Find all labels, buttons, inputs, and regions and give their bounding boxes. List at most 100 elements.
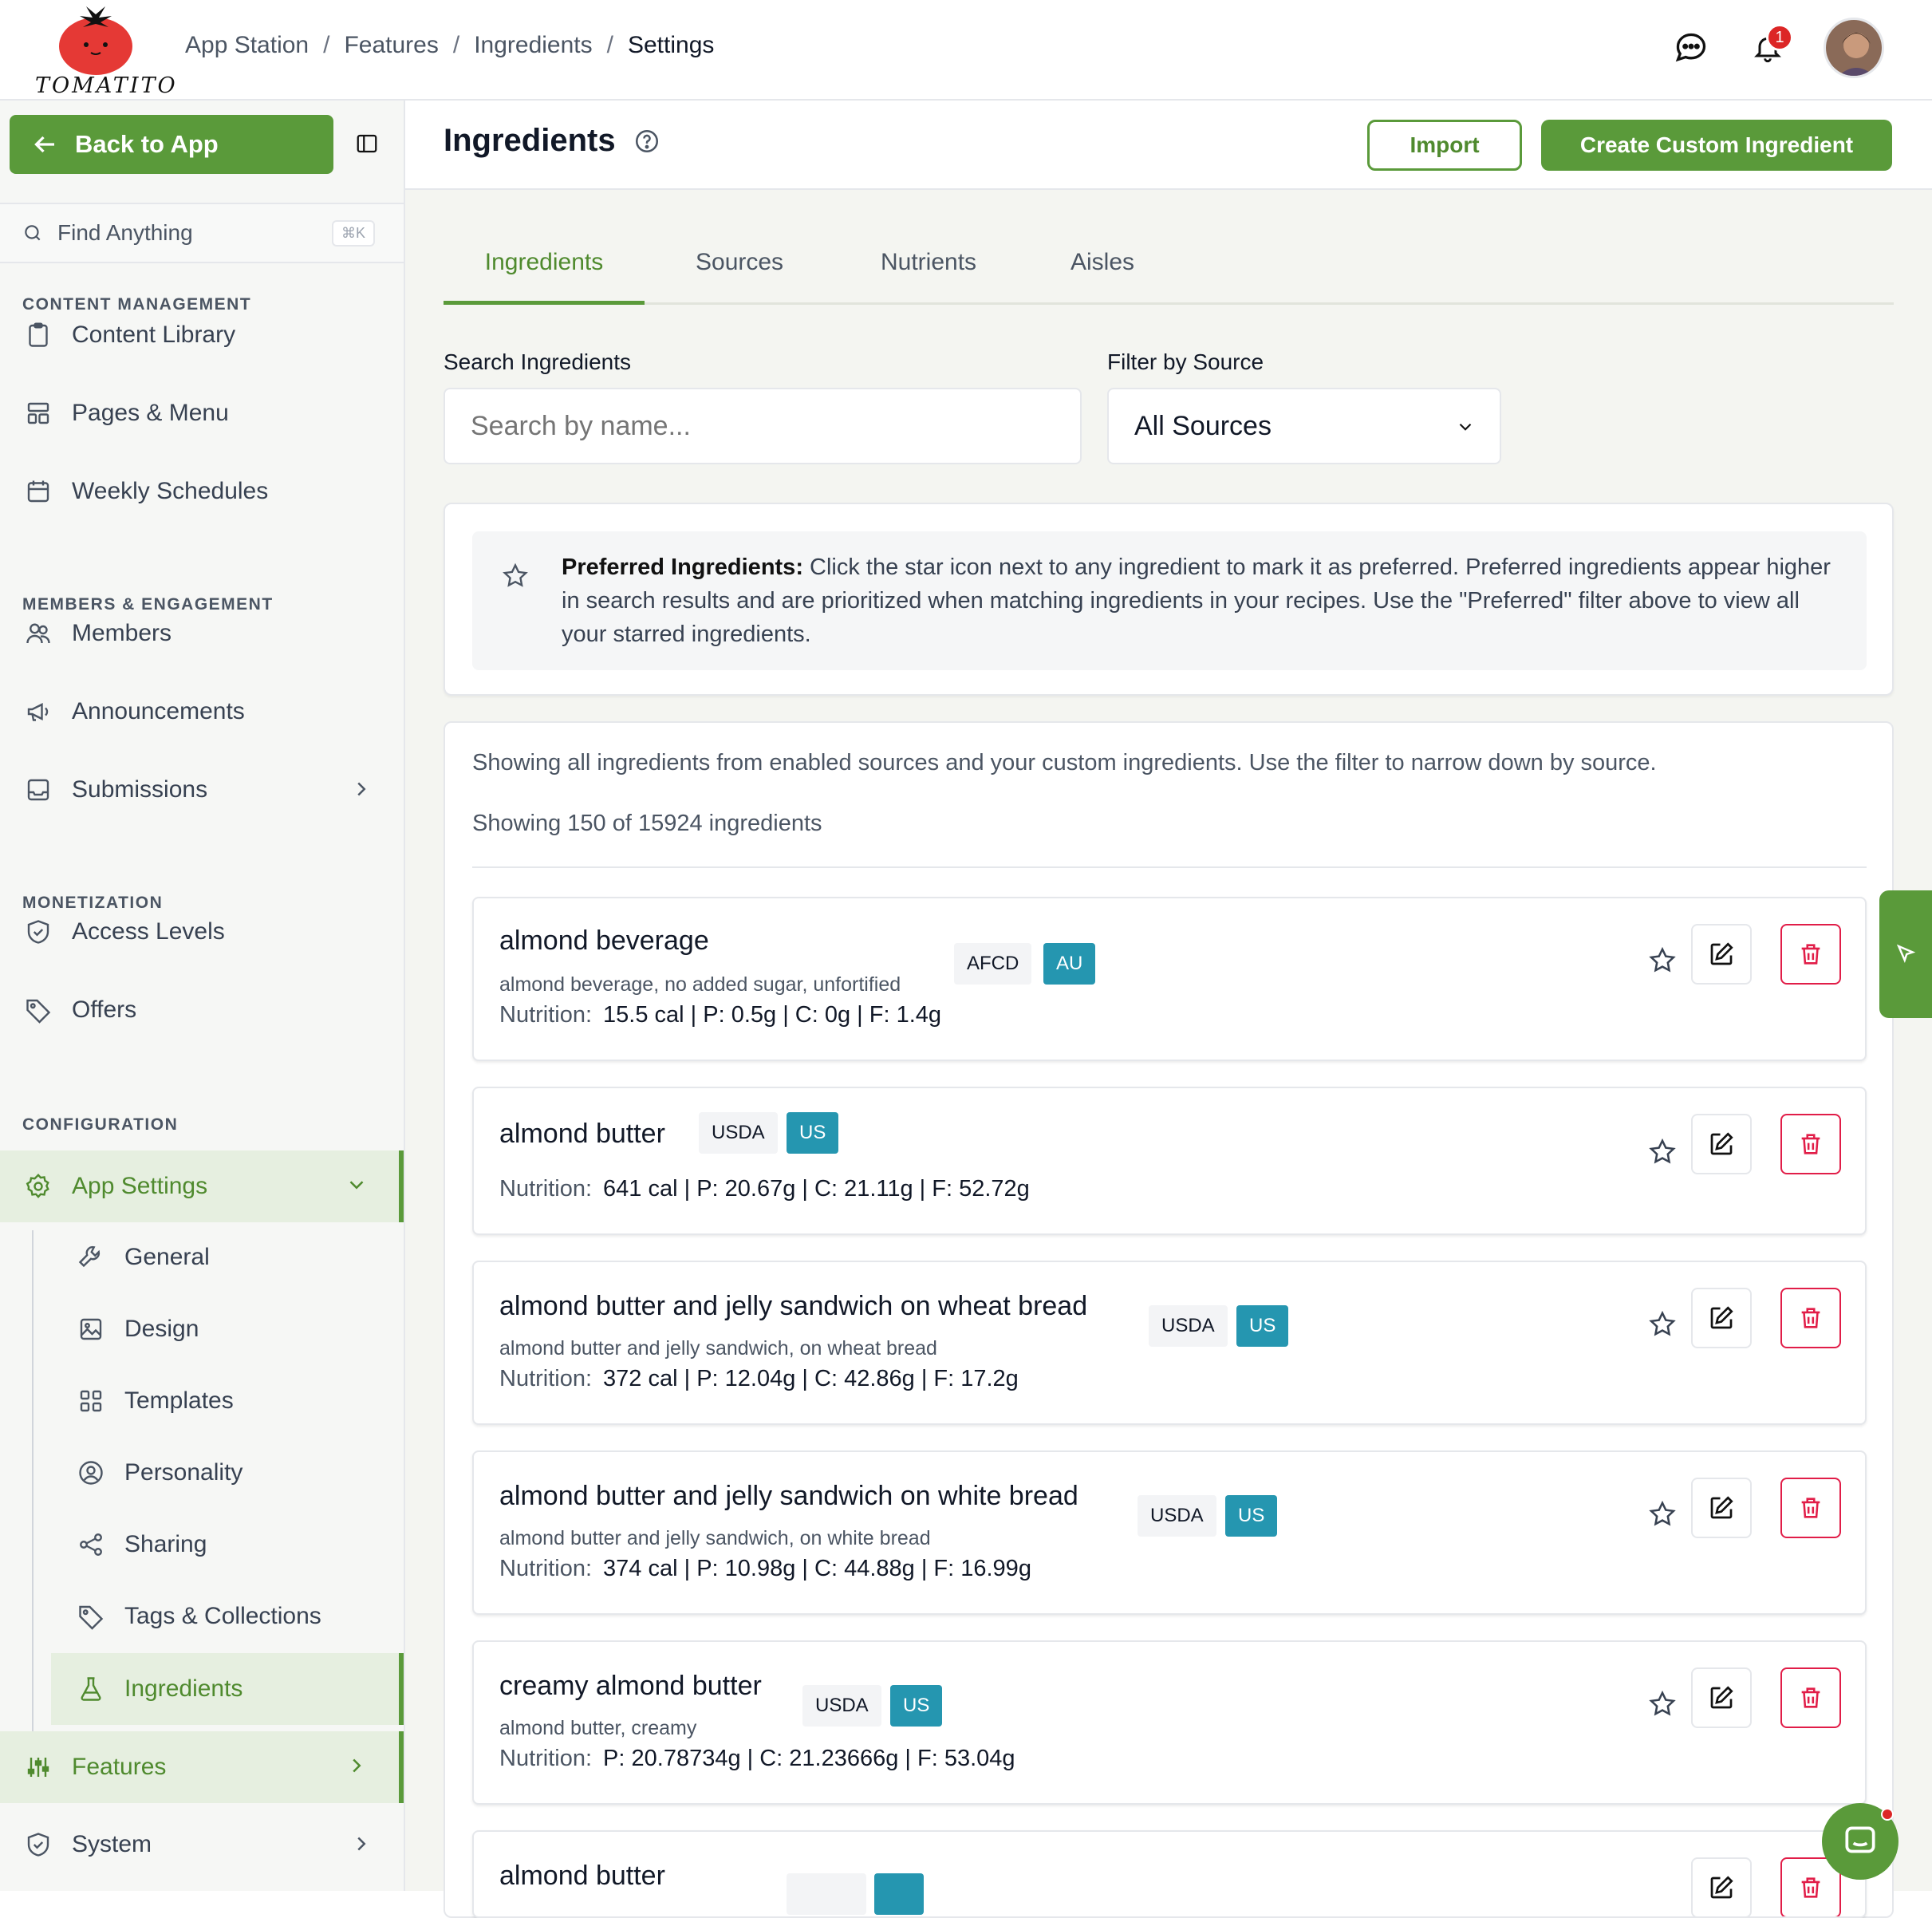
- sidebar-item-content-library[interactable]: Content Library: [0, 303, 404, 367]
- nutrition-values: 15.5 cal | P: 0.5g | C: 0g | F: 1.4g: [603, 1002, 942, 1028]
- edit-button[interactable]: [1691, 1857, 1752, 1916]
- source-badge: USDA: [802, 1685, 881, 1727]
- delete-button[interactable]: [1780, 1288, 1841, 1348]
- favorite-star-button[interactable]: [1643, 1495, 1682, 1533]
- info-banner: Preferred Ingredients: Click the star ic…: [472, 531, 1867, 670]
- feedback-side-tab[interactable]: [1879, 890, 1932, 1018]
- create-custom-ingredient-button[interactable]: Create Custom Ingredient: [1541, 120, 1892, 171]
- sidebar-item-access-levels[interactable]: Access Levels: [0, 900, 404, 964]
- back-to-app-button[interactable]: Back to App: [10, 115, 333, 174]
- ingredient-row[interactable]: almond butter and jelly sandwich on whit…: [472, 1450, 1867, 1615]
- chevron-right-icon: [353, 1758, 361, 1773]
- sidebar-item-app-settings[interactable]: App Settings: [0, 1150, 404, 1222]
- chat-bubble-icon: [1675, 33, 1706, 62]
- help-circle-icon[interactable]: [633, 128, 660, 155]
- edit-button[interactable]: [1691, 1114, 1752, 1174]
- import-button[interactable]: Import: [1367, 120, 1522, 171]
- sidebar-item-announcements[interactable]: Announcements: [0, 680, 404, 744]
- tab-nutrients[interactable]: Nutrients: [881, 249, 976, 305]
- sidebar-subitem-label: Tags & Collections: [124, 1603, 321, 1629]
- favorite-star-button[interactable]: [1643, 1685, 1682, 1723]
- edit-icon: [1710, 1132, 1733, 1155]
- tomatito-logo[interactable]: TOMATITO: [35, 3, 175, 99]
- tab-ingredients[interactable]: Ingredients: [444, 249, 645, 305]
- ingredient-description: almond beverage, no added sugar, unforti…: [499, 973, 901, 996]
- ingredient-row[interactable]: almond butter and jelly sandwich on whea…: [472, 1261, 1867, 1425]
- region-badge: US: [1225, 1495, 1278, 1537]
- filter-source-select[interactable]: All Sources: [1107, 388, 1501, 464]
- trash-icon: [1801, 944, 1820, 965]
- list-description: Showing all ingredients from enabled sou…: [472, 750, 1657, 775]
- tab-aisles[interactable]: Aisles: [1070, 249, 1134, 305]
- ingredient-name: almond butter: [499, 1861, 665, 1891]
- edit-button[interactable]: [1691, 924, 1752, 985]
- sidebar-subitem-templates[interactable]: Templates: [51, 1369, 404, 1433]
- nutrition-values: 372 cal | P: 12.04g | C: 42.86g | F: 17.…: [603, 1366, 1019, 1391]
- edit-button[interactable]: [1691, 1478, 1752, 1538]
- breadcrumb-separator: /: [452, 32, 460, 58]
- breadcrumb-app-station[interactable]: App Station: [185, 32, 309, 59]
- edit-icon: [1710, 1876, 1733, 1899]
- star-icon: [1649, 1310, 1676, 1336]
- grid-icon: [80, 1390, 102, 1412]
- main-content: Ingredients Sources Nutrients Aisles Sea…: [405, 190, 1932, 1918]
- edit-button[interactable]: [1691, 1667, 1752, 1728]
- nutrition-label: Nutrition:: [499, 1556, 593, 1581]
- sidebar-subitem-sharing[interactable]: Sharing: [51, 1513, 404, 1577]
- search-ingredients-input[interactable]: [444, 388, 1082, 464]
- sidebar-item-features[interactable]: Features: [0, 1731, 404, 1803]
- ingredient-row[interactable]: almond butter: [472, 1830, 1867, 1918]
- avatar-image: [1826, 20, 1882, 76]
- submenu-guide-line: [32, 1230, 34, 1741]
- breadcrumb-ingredients[interactable]: Ingredients: [474, 32, 592, 59]
- user-avatar[interactable]: [1824, 18, 1884, 78]
- ingredient-row[interactable]: creamy almond butter almond butter, crea…: [472, 1640, 1867, 1805]
- edit-button[interactable]: [1691, 1288, 1752, 1348]
- nutrition-label: Nutrition:: [499, 1176, 593, 1202]
- collapse-sidebar-button[interactable]: [351, 128, 383, 160]
- delete-button[interactable]: [1780, 924, 1841, 985]
- ingredient-row[interactable]: almond butter Nutrition: 641 cal | P: 20.…: [472, 1087, 1867, 1235]
- delete-button[interactable]: [1780, 1114, 1841, 1174]
- delete-button[interactable]: [1780, 1667, 1841, 1728]
- ingredient-name: almond butter: [499, 1119, 665, 1149]
- tab-sources[interactable]: Sources: [696, 249, 783, 305]
- sidebar-item-offers[interactable]: Offers: [0, 978, 404, 1042]
- shield-check-icon: [27, 920, 49, 944]
- sidebar-item-submissions[interactable]: Submissions: [0, 758, 404, 822]
- ingredient-description: almond butter and jelly sandwich, on whi…: [499, 1527, 931, 1549]
- nutrition-values: 641 cal | P: 20.67g | C: 21.11g | F: 52.…: [603, 1176, 1030, 1202]
- ingredient-name: creamy almond butter: [499, 1671, 762, 1701]
- favorite-star-button[interactable]: [1643, 941, 1682, 980]
- sidebar-subitem-tags-collections[interactable]: Tags & Collections: [51, 1585, 404, 1648]
- favorite-star-button[interactable]: [1643, 1305, 1682, 1344]
- notifications-button[interactable]: 1: [1747, 24, 1793, 69]
- ingredient-nutrition: Nutrition: 374 cal | P: 10.98g | C: 44.88…: [499, 1556, 1031, 1582]
- tag-icon: [79, 1605, 104, 1630]
- ingredient-row[interactable]: almond beverage almond beverage, no adde…: [472, 897, 1867, 1061]
- flask-icon: [81, 1677, 101, 1701]
- edit-icon: [1710, 1686, 1733, 1709]
- breadcrumb-features[interactable]: Features: [344, 32, 438, 59]
- favorite-star-button[interactable]: [1643, 1133, 1682, 1171]
- region-badge: US: [1236, 1305, 1289, 1347]
- delete-button[interactable]: [1780, 1478, 1841, 1538]
- sidebar-item-weekly-schedules[interactable]: Weekly Schedules: [0, 460, 404, 523]
- sidebar-item-system[interactable]: System: [0, 1813, 404, 1877]
- ingredient-list-card: Showing all ingredients from enabled sou…: [444, 721, 1894, 1918]
- ingredient-name: almond butter and jelly sandwich on whit…: [499, 1481, 1078, 1511]
- sidebar-item-pages-menu[interactable]: Pages & Menu: [0, 381, 404, 445]
- messages-button[interactable]: [1670, 27, 1712, 69]
- ingredient-description: almond butter, creamy: [499, 1717, 697, 1739]
- sidebar-subitem-ingredients[interactable]: Ingredients: [51, 1653, 404, 1725]
- sidebar-item-label: Weekly Schedules: [72, 478, 269, 504]
- sidebar-subitem-general[interactable]: General: [51, 1225, 404, 1289]
- sidebar-subitem-design[interactable]: Design: [51, 1297, 404, 1361]
- gear-icon: [26, 1174, 49, 1198]
- sidebar-item-label: System: [72, 1831, 152, 1857]
- find-anything-search[interactable]: Find Anything ⌘K: [0, 203, 404, 263]
- sidebar-subitem-personality[interactable]: Personality: [51, 1441, 404, 1505]
- support-chat-button[interactable]: [1822, 1803, 1898, 1880]
- ingredient-name: almond butter and jelly sandwich on whea…: [499, 1291, 1088, 1321]
- sidebar-item-members[interactable]: Members: [0, 602, 404, 665]
